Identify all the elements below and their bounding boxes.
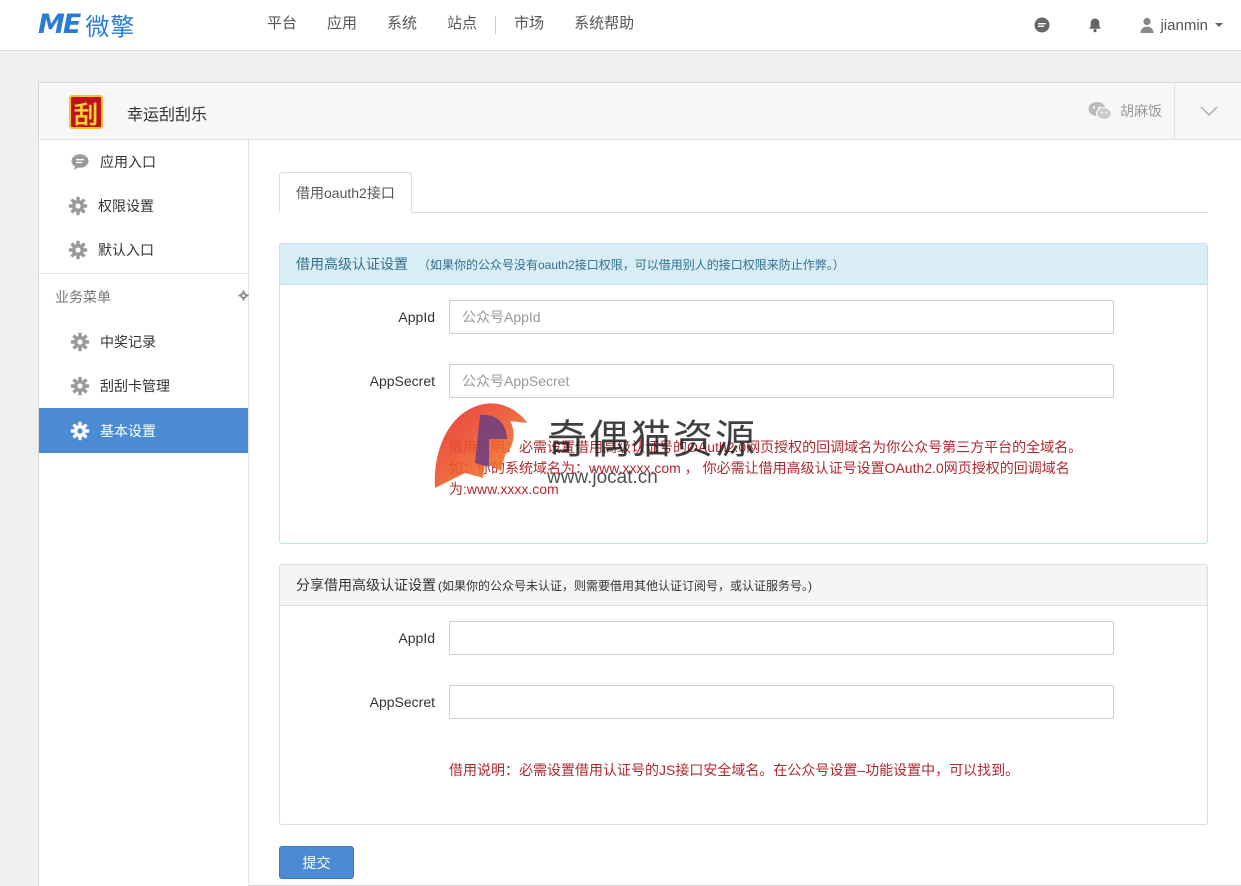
- sidebar-item-label: 权限设置: [98, 198, 154, 214]
- help-text: 借用说明：必需设置借用高级认证号的OAuth2.0网页授权的回调域名为你公众号第…: [449, 437, 1089, 500]
- tab-oauth2[interactable]: 借用oauth2接口: [279, 172, 412, 213]
- header-toggle[interactable]: [1174, 83, 1241, 139]
- appsecret-label: AppSecret: [369, 373, 435, 389]
- section-header: 分享借用高级认证设置 (如果你的公众号未认证，则需要借用其他认证订阅号，或认证服…: [280, 565, 1207, 606]
- help-line: 如：你的系统域名为：www.xxxx.com ， 你必需让借用高级认证号设置OA…: [449, 460, 1070, 476]
- nav-item-market[interactable]: 市场: [499, 0, 559, 50]
- help-text: 借用说明：必需设置借用认证号的JS接口安全域名。在公众号设置–功能设置中，可以找…: [449, 762, 1020, 778]
- sidebar-item-app-entry[interactable]: 应用入口: [39, 140, 248, 184]
- sidebar-item-default-entry[interactable]: 默认入口: [39, 228, 248, 272]
- help-line: 为:www.xxxx.com: [449, 481, 559, 497]
- appsecret-input[interactable]: [449, 364, 1114, 398]
- sidebar-item-label: 应用入口: [100, 154, 156, 170]
- logo-text: 微擎: [85, 13, 136, 41]
- share-appid-input[interactable]: [449, 621, 1114, 655]
- appid-input[interactable]: [449, 300, 1114, 334]
- section-header: 借用高级认证设置 （如果你的公众号没有oauth2接口权限，可以借用别人的接口权…: [280, 244, 1207, 285]
- bell-icon[interactable]: [1087, 17, 1103, 33]
- submit-button[interactable]: 提交: [279, 846, 354, 879]
- section-note: (如果你的公众号未认证，则需要借用其他认证订阅号，或认证服务号。): [438, 578, 812, 593]
- chevron-down-icon: [1200, 106, 1217, 116]
- current-account[interactable]: 胡麻饭: [1088, 101, 1162, 121]
- sidebar: 应用入口 权限设置 默认入口 业务菜单 中奖记录 刮刮卡管理 基本设置: [39, 140, 249, 886]
- sidebar-item-label: 中奖记录: [100, 334, 156, 350]
- nav-item-sites[interactable]: 站点: [432, 0, 492, 50]
- username: jianmin: [1160, 16, 1208, 34]
- sidebar-divider: [39, 273, 248, 274]
- section-title: 分享借用高级认证设置: [296, 577, 436, 593]
- appsecret-row: AppSecret: [280, 364, 1207, 398]
- share-appid-row: AppId: [280, 621, 1207, 655]
- chat-icon: [70, 152, 90, 172]
- sidebar-group-title: 业务菜单: [55, 289, 111, 305]
- sidebar-item-label: 默认入口: [98, 242, 154, 258]
- gear-icon: [68, 196, 88, 216]
- gear-icon: [68, 240, 88, 260]
- sidebar-item-winning-records[interactable]: 中奖记录: [39, 320, 248, 364]
- share-appsecret-input[interactable]: [449, 685, 1114, 719]
- appsecret-label: AppSecret: [369, 694, 435, 710]
- logo-mark: ME: [38, 8, 81, 40]
- user-icon: [1140, 17, 1154, 33]
- chat-bubble-icon[interactable]: [1034, 17, 1050, 33]
- app-icon: 刮: [69, 95, 103, 129]
- user-menu[interactable]: jianmin: [1140, 17, 1223, 34]
- gear-icon[interactable]: [238, 288, 249, 304]
- chevron-down-icon: [1215, 23, 1223, 27]
- sidebar-item-basic-settings[interactable]: 基本设置: [39, 408, 248, 453]
- top-navbar: ME 微擎 平台 应用 系统 站点 市场 系统帮助 jianmin: [0, 0, 1241, 51]
- appid-row: AppId: [280, 300, 1207, 334]
- section-note: （如果你的公众号没有oauth2接口权限，可以借用别人的接口权限来防止作弊。）: [418, 257, 845, 272]
- oauth-borrow-section: 借用高级认证设置 （如果你的公众号没有oauth2接口权限，可以借用别人的接口权…: [279, 243, 1208, 544]
- main-menu: 平台 应用 系统 站点 市场 系统帮助: [252, 0, 649, 50]
- main-panel: 刮 幸运刮刮乐 胡麻饭 应用入口 权限设置 默认入口 业务菜单 中奖记录 刮刮卡…: [38, 82, 1241, 886]
- logo[interactable]: ME 微擎: [38, 8, 136, 41]
- help-line: 借用说明：必需设置借用高级认证号的OAuth2.0网页授权的回调域名为你公众号第…: [449, 439, 1083, 455]
- nav-item-apps[interactable]: 应用: [312, 0, 372, 50]
- app-header: 刮 幸运刮刮乐 胡麻饭: [39, 83, 1241, 140]
- gear-icon: [70, 332, 90, 352]
- nav-separator: [495, 16, 497, 34]
- app-name: 幸运刮刮乐: [127, 107, 208, 124]
- wechat-icon: [1088, 102, 1112, 120]
- gear-icon: [70, 376, 90, 396]
- sidebar-item-label: 基本设置: [100, 422, 156, 439]
- account-name: 胡麻饭: [1120, 103, 1162, 119]
- navbar-right: jianmin: [1034, 0, 1223, 50]
- appid-label: AppId: [398, 630, 435, 646]
- share-borrow-section: 分享借用高级认证设置 (如果你的公众号未认证，则需要借用其他认证订阅号，或认证服…: [279, 564, 1208, 825]
- sidebar-item-card-management[interactable]: 刮刮卡管理: [39, 364, 248, 408]
- nav-item-help[interactable]: 系统帮助: [559, 0, 649, 50]
- gear-icon: [70, 421, 90, 441]
- share-appsecret-row: AppSecret: [280, 685, 1207, 719]
- sidebar-item-permissions[interactable]: 权限设置: [39, 184, 248, 228]
- appid-label: AppId: [398, 309, 435, 325]
- nav-item-system[interactable]: 系统: [372, 0, 432, 50]
- nav-item-platform[interactable]: 平台: [252, 0, 312, 50]
- tab-bar: 借用oauth2接口: [279, 172, 1208, 213]
- sidebar-item-label: 刮刮卡管理: [100, 378, 170, 394]
- section-title: 借用高级认证设置: [296, 256, 408, 272]
